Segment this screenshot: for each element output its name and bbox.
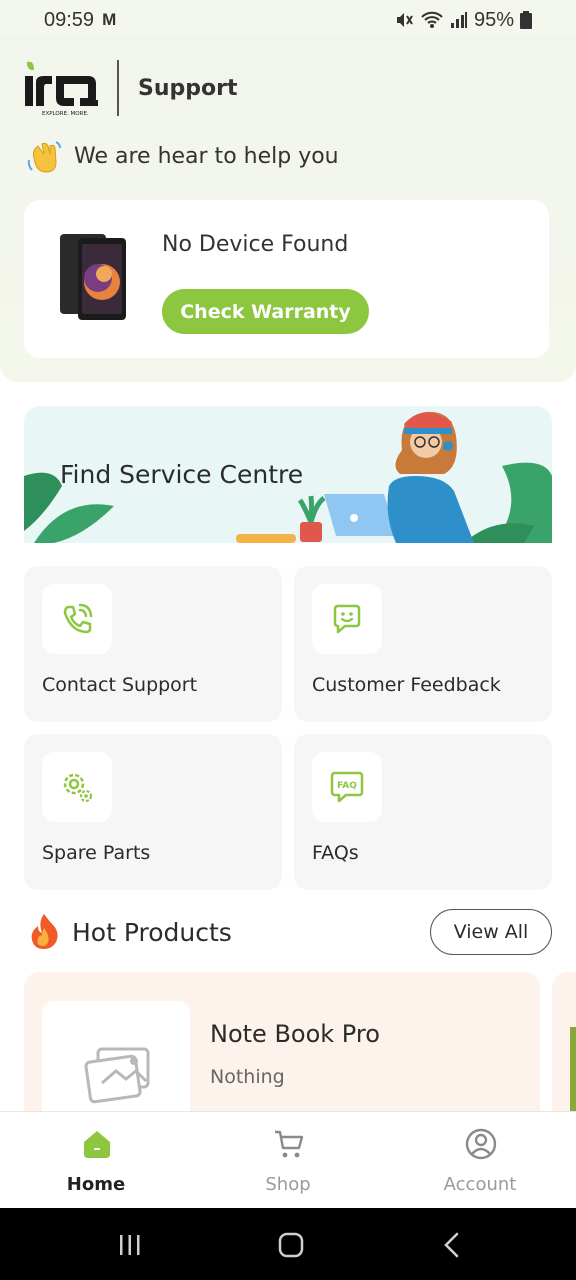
gear-icon-box xyxy=(42,752,112,822)
product-card[interactable]: Note Book Pro Nothing xyxy=(24,972,540,1122)
product-subtitle: Nothing xyxy=(210,1066,285,1088)
logo-tagline: EXPLORE. MORE. xyxy=(42,111,89,117)
nav-shop[interactable]: Shop xyxy=(192,1112,384,1209)
fire-icon xyxy=(31,914,58,949)
customer-feedback-tile[interactable]: Customer Feedback xyxy=(294,566,552,722)
chat-icon-box xyxy=(312,584,382,654)
check-warranty-button[interactable]: Check Warranty xyxy=(162,289,369,334)
cart-icon xyxy=(275,1130,304,1158)
hero-text: We are hear to help you xyxy=(74,144,339,169)
next-product-image xyxy=(570,1027,576,1117)
signal-icon xyxy=(450,12,467,28)
svg-text:FAQ: FAQ xyxy=(337,781,357,791)
account-icon xyxy=(465,1128,497,1160)
battery-level: 95% xyxy=(473,8,514,31)
tile-label: Customer Feedback xyxy=(312,674,501,696)
faq-icon: FAQ xyxy=(330,771,364,803)
next-product-card[interactable] xyxy=(552,972,576,1122)
battery-icon xyxy=(520,11,532,29)
status-time: 09:59 xyxy=(44,8,95,31)
chat-smile-icon xyxy=(333,604,361,634)
image-placeholder-icon xyxy=(84,1047,150,1104)
product-image xyxy=(42,1001,190,1121)
wifi-icon xyxy=(421,11,443,28)
nav-label: Home xyxy=(66,1174,126,1195)
faqs-tile[interactable]: FAQ FAQs xyxy=(294,734,552,890)
faq-icon-box: FAQ xyxy=(312,752,382,822)
status-right: 95% xyxy=(394,9,532,32)
view-all-button[interactable]: View All xyxy=(430,909,552,955)
product-name: Note Book Pro xyxy=(210,1020,380,1048)
irq-logo: EXPLORE. MORE. xyxy=(25,61,98,117)
mute-icon xyxy=(396,13,413,27)
bottom-navigation: Home Shop Account xyxy=(0,1111,576,1208)
logo-divider xyxy=(117,60,119,116)
device-status-title: No Device Found xyxy=(162,232,349,257)
nav-label: Shop xyxy=(265,1174,311,1195)
phone-icon-box xyxy=(42,584,112,654)
page-title: Support xyxy=(138,76,238,101)
home-button-icon[interactable] xyxy=(276,1230,306,1260)
contact-support-tile[interactable]: Contact Support xyxy=(24,566,282,722)
banner-title: Find Service Centre xyxy=(60,460,304,489)
phone-icon xyxy=(63,603,93,634)
gear-icon xyxy=(63,773,93,803)
status-bar: 09:59 M 95% xyxy=(0,0,576,40)
nav-account[interactable]: Account xyxy=(384,1112,576,1209)
spare-parts-tile[interactable]: Spare Parts xyxy=(24,734,282,890)
back-icon[interactable] xyxy=(437,1230,467,1260)
section-title-hot-products: Hot Products xyxy=(72,918,232,947)
tile-label: Spare Parts xyxy=(42,842,151,864)
home-icon xyxy=(84,1131,110,1158)
nav-home[interactable]: Home xyxy=(0,1112,192,1209)
system-navigation-bar xyxy=(0,1208,576,1280)
recent-apps-icon[interactable] xyxy=(115,1230,145,1260)
find-service-centre-banner[interactable]: Find Service Centre xyxy=(24,406,552,543)
waving-hand-icon xyxy=(27,141,61,173)
tablet-image xyxy=(60,234,126,320)
tile-label: Contact Support xyxy=(42,674,198,696)
mail-icon: M xyxy=(102,10,117,29)
device-card: No Device Found Check Warranty xyxy=(24,200,549,358)
nav-label: Account xyxy=(443,1174,517,1195)
tile-label: FAQs xyxy=(312,842,359,864)
